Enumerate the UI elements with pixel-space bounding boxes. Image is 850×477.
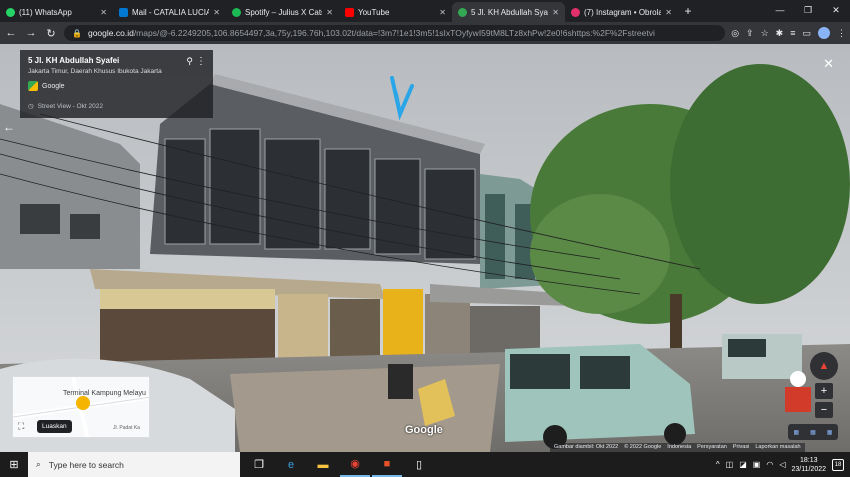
- tray-app-icon[interactable]: ▣: [753, 460, 761, 469]
- footer-link-privacy[interactable]: Privasi: [733, 444, 750, 451]
- location-pin-icon[interactable]: ⚲: [186, 56, 193, 67]
- edge-icon[interactable]: e: [276, 452, 306, 477]
- restore-button[interactable]: ❐: [794, 0, 822, 20]
- side-panel-icon[interactable]: ▭: [802, 28, 811, 39]
- tab-instagram[interactable]: (7) Instagram • Obrolan ✕: [565, 2, 678, 22]
- minimize-button[interactable]: —: [766, 0, 794, 20]
- google-lens-icon[interactable]: ◎: [731, 28, 739, 39]
- share-icon[interactable]: ⇪: [746, 28, 754, 39]
- minimap-place-label: Terminal Kampung Melayu: [63, 390, 146, 397]
- reading-list-icon[interactable]: ≡: [790, 28, 795, 38]
- photo-thumbnail-icon[interactable]: ▦: [827, 429, 833, 436]
- windows-start-icon[interactable]: ⊞: [0, 458, 28, 471]
- footer-link-country[interactable]: Indonesia: [667, 444, 691, 451]
- tray-app-icon[interactable]: ◪: [739, 460, 747, 469]
- search-icon: ⌕: [36, 459, 41, 469]
- layers-thumbnails[interactable]: ▦ ▦ ▦: [788, 424, 838, 440]
- tray-app-icon[interactable]: ◫: [726, 460, 734, 469]
- wps-presentation-icon[interactable]: ■: [372, 452, 402, 477]
- address-bar[interactable]: 🔒 google.co.id/maps/@-6.2249205,106.8654…: [64, 25, 726, 41]
- clock-icon: ◷: [28, 103, 34, 110]
- location-address: 5 Jl. KH Abdullah Syafei: [28, 56, 120, 65]
- back-arrow-icon[interactable]: ←: [4, 27, 18, 39]
- menu-kebab-icon[interactable]: ⋮: [837, 28, 846, 39]
- chevron-up-icon[interactable]: ^: [716, 460, 720, 469]
- map-controls: ▲ + −: [810, 352, 838, 418]
- wifi-icon[interactable]: ◠: [766, 460, 773, 469]
- document-icon[interactable]: ▯: [404, 452, 434, 477]
- bookmark-star-icon[interactable]: ☆: [761, 28, 769, 39]
- expand-tooltip: Luaskan: [37, 420, 72, 433]
- taskbar-apps: ❐ e ▬ ◉ ■ ▯: [244, 452, 434, 477]
- footer-link-terms[interactable]: Persyaratan: [697, 444, 727, 451]
- youtube-icon: [345, 7, 354, 17]
- tab-google-maps[interactable]: 5 Jl. KH Abdullah Syafei ✕: [452, 2, 565, 22]
- browser-toolbar: ← → ↻ 🔒 google.co.id/maps/@-6.2249205,10…: [0, 22, 850, 44]
- photo-thumbnail-icon[interactable]: ▦: [810, 429, 816, 436]
- taskbar-clock[interactable]: 18:13 23/11/2022: [791, 456, 826, 474]
- tab-bar: (11) WhatsApp ✕ Mail - CATALIA LUCIA ✕ Spo…: [0, 0, 850, 22]
- minimap[interactable]: Terminal Kampung Melayu Jl. Padat Ka ⛶: [12, 376, 150, 438]
- mail-icon: [119, 7, 128, 17]
- compass-icon[interactable]: ▲: [810, 352, 838, 380]
- taskbar-search-box[interactable]: ⌕ Type here to search: [28, 452, 240, 477]
- profile-avatar[interactable]: [818, 27, 830, 39]
- whatsapp-icon: [6, 7, 15, 17]
- file-explorer-icon[interactable]: ▬: [308, 452, 338, 477]
- location-region: Jakarta Timur, Daerah Khusus Ibukota Jak…: [28, 68, 162, 75]
- zoom-out-button[interactable]: −: [815, 402, 833, 418]
- tab-spotify[interactable]: Spotify – Julius X Cats ✕: [226, 2, 339, 22]
- map-footer: Gambar diambil: Okt 2022 © 2022 Google I…: [550, 443, 805, 452]
- capture-date[interactable]: ◷ Street View - Okt 2022: [28, 102, 103, 111]
- maps-icon: [458, 7, 467, 17]
- expand-icon[interactable]: ⛶: [18, 421, 24, 432]
- windows-taskbar: ⊞ ⌕ Type here to search ❐ e ▬ ◉ ■ ▯ ^ ◫ ◪…: [0, 452, 850, 477]
- notification-center-icon[interactable]: 18: [832, 458, 844, 471]
- zoom-in-button[interactable]: +: [815, 383, 833, 399]
- more-options-icon[interactable]: ⋮: [196, 56, 206, 67]
- close-tab-icon[interactable]: ✕: [552, 8, 559, 17]
- close-tab-icon[interactable]: ✕: [213, 8, 220, 17]
- window-controls: — ❐ ✕: [766, 0, 850, 20]
- photo-thumbnail-icon[interactable]: ▦: [793, 429, 799, 436]
- lock-icon[interactable]: 🔒: [72, 29, 82, 38]
- tab-mail[interactable]: Mail - CATALIA LUCIA ✕: [113, 2, 226, 22]
- close-street-view-button[interactable]: ✕: [823, 56, 834, 72]
- extensions-puzzle-icon[interactable]: ✱: [776, 28, 784, 39]
- spotify-icon: [232, 7, 241, 17]
- system-tray: ^ ◫ ◪ ▣ ◠ ◁ 18:13 23/11/2022 18: [716, 456, 850, 474]
- toolbar-icons: ◎ ⇪ ☆ ✱ ≡ ▭ ⋮: [731, 27, 846, 39]
- task-view-icon[interactable]: ❐: [244, 452, 274, 477]
- pegman-location-marker: [76, 396, 90, 410]
- close-window-button[interactable]: ✕: [822, 0, 850, 20]
- chrome-icon[interactable]: ◉: [340, 452, 370, 477]
- minimap-street-label: Jl. Padat Ka: [113, 425, 140, 431]
- footer-link-report[interactable]: Laporkan masalah: [755, 444, 800, 451]
- close-tab-icon[interactable]: ✕: [439, 8, 446, 17]
- reload-icon[interactable]: ↻: [44, 27, 58, 40]
- volume-icon[interactable]: ◁: [779, 460, 785, 469]
- close-tab-icon[interactable]: ✕: [665, 8, 672, 17]
- google-watermark: Google: [405, 424, 443, 436]
- forward-arrow-icon[interactable]: →: [24, 27, 38, 39]
- instagram-icon: [571, 7, 580, 17]
- new-tab-button[interactable]: +: [678, 2, 698, 22]
- tab-youtube[interactable]: YouTube ✕: [339, 2, 452, 22]
- google-maps-logo-icon: [28, 81, 38, 91]
- exit-street-view-arrow-icon[interactable]: ←: [3, 120, 15, 134]
- close-tab-icon[interactable]: ✕: [100, 8, 107, 17]
- google-attribution: Google: [28, 81, 205, 91]
- tab-whatsapp[interactable]: (11) WhatsApp ✕: [0, 2, 113, 22]
- close-tab-icon[interactable]: ✕: [326, 8, 333, 17]
